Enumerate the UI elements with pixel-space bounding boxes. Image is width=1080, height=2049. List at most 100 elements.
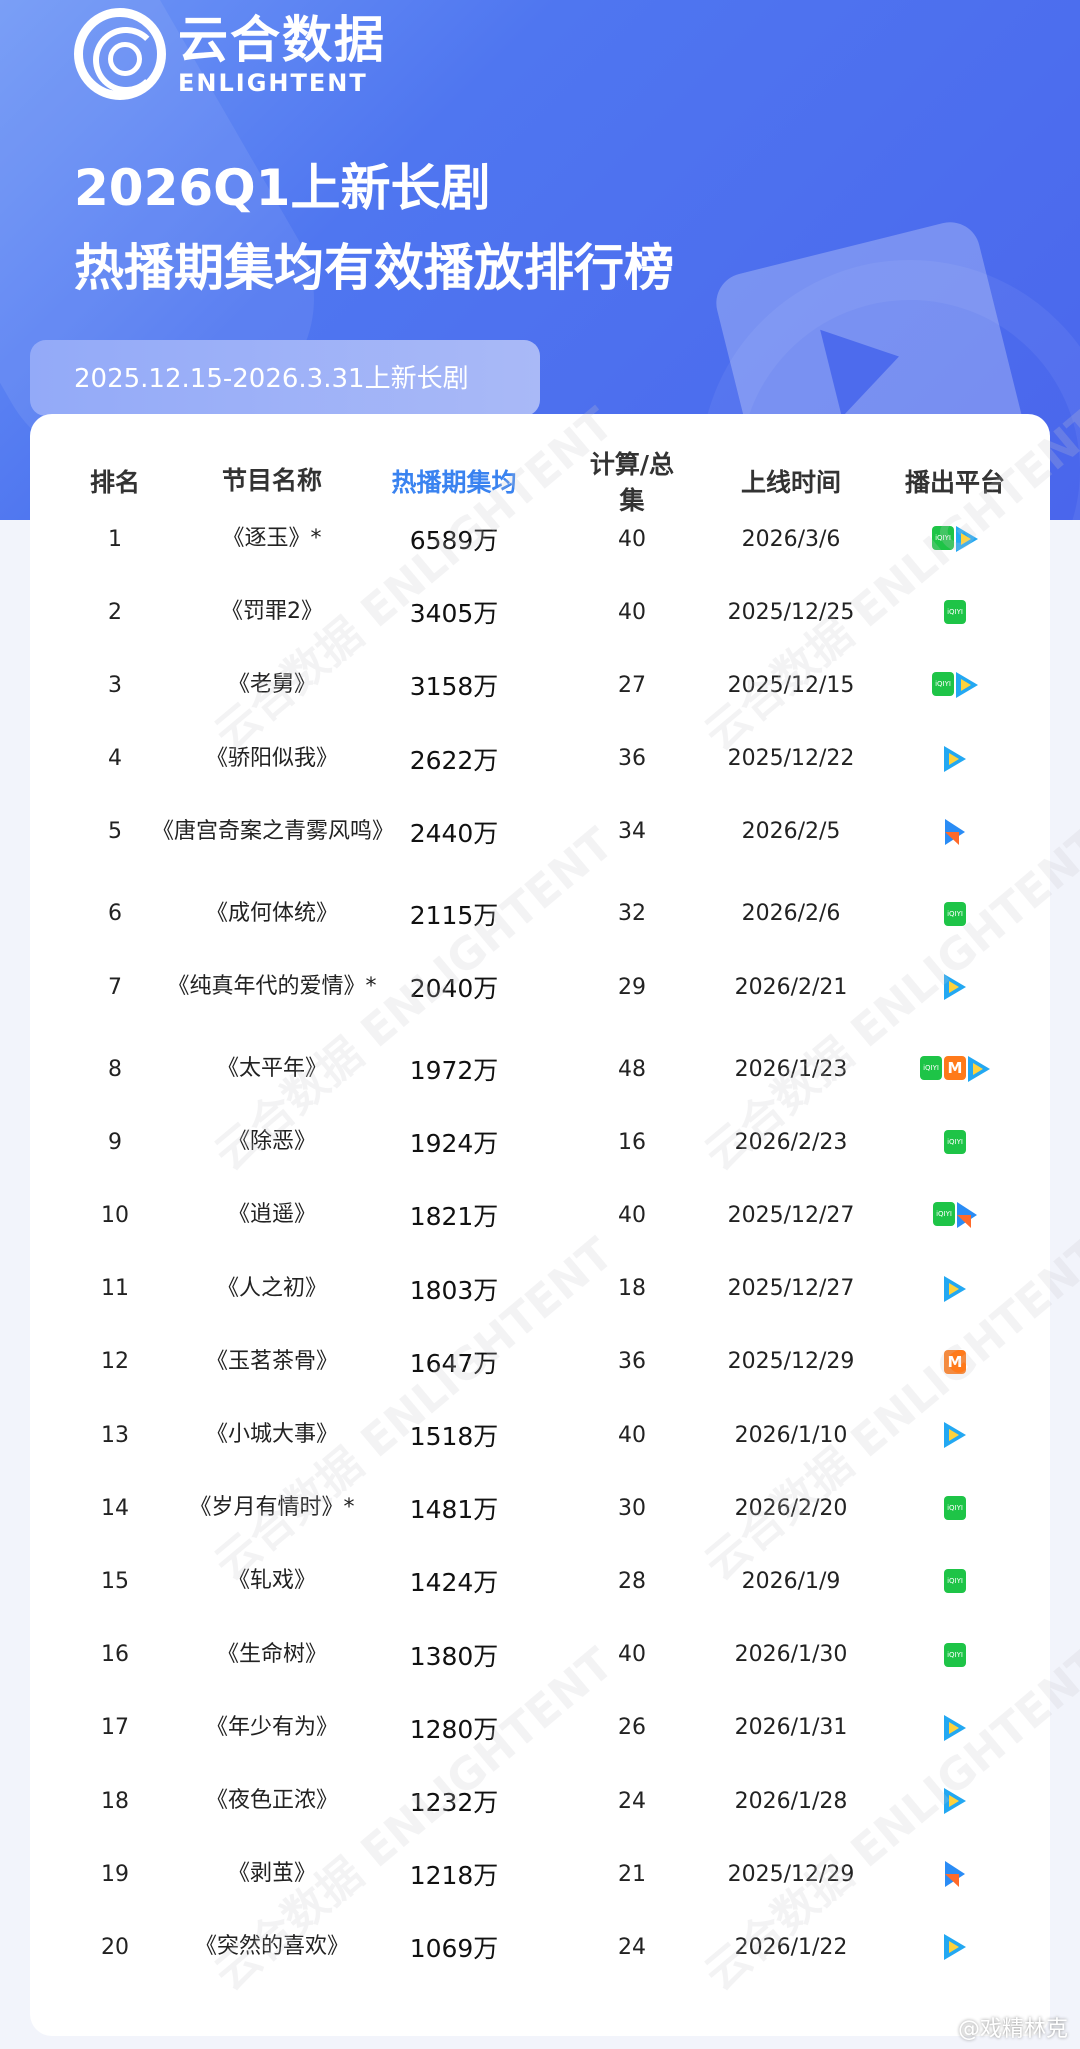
logo: 云合数据 ENLIGHTENT [74,8,386,100]
table-row: 19 《剥茧》 1218万 21 2025/12/29 [30,1837,1050,1911]
name-cell: 《剥茧》 [227,1861,316,1887]
page-title: 2026Q1上新长剧 热播期集均有效播放排行榜 [74,148,674,308]
rank-cell: 12 [101,1349,129,1375]
date-cell: 2026/3/6 [741,526,841,552]
value-cell: 2440万 [409,818,499,848]
iqiyi-icon: iQIYI [944,600,966,625]
name-cell: 《岁月有情时》* [189,1495,355,1521]
value-cell: 2622万 [409,745,499,775]
platform-cell [895,818,1015,845]
platform-cell [895,745,1015,772]
episodes-cell: 40 [618,1202,646,1228]
name-cell: 《逐玉》* [222,526,322,551]
platform-cell [895,1788,1015,1814]
platform-cell [895,1714,1015,1741]
date-cell: 2026/1/31 [734,1715,848,1741]
platform-cell: iQIYI [895,1642,1015,1667]
watermark: 云合数据 ENLIGHTENT [1075,1638,1080,2001]
name-cell: 《骄阳似我》 [205,745,338,771]
date-cell: 2025/12/29 [727,1349,855,1375]
value-cell: 2040万 [409,974,499,1003]
youku-icon [957,1202,977,1229]
platform-cell: iQIYI [895,600,1015,625]
table-row: 6 《成何体统》 2115万 32 2026/2/6 iQIYI [30,877,1050,951]
youku-icon [945,818,965,845]
header-platform: 播出平台 [904,468,1005,497]
table-row: 16 《生命树》 1380万 40 2026/1/30 iQIYI [30,1618,1050,1692]
rank-cell: 10 [101,1202,129,1228]
table-row: 1 《逐玉》* 6589万 40 2026/3/6 iQIYI [30,502,1050,576]
mango-icon: M [944,1056,966,1080]
episodes-cell: 32 [618,901,646,927]
platform-cell: iQIYI [895,526,1015,552]
table-row: 13 《小城大事》 1518万 40 2026/1/10 [30,1398,1050,1472]
date-cell: 2025/12/27 [727,1202,855,1228]
episodes-cell: 29 [618,974,646,1000]
episodes-cell: 36 [618,1349,646,1375]
iqiyi-icon: iQIYI [944,1569,966,1594]
value-cell: 1380万 [409,1641,499,1671]
name-cell: 《夜色正浓》 [205,1788,338,1813]
name-cell: 《年少有为》 [205,1714,338,1740]
value-cell: 1069万 [409,1934,499,1964]
episodes-cell: 16 [618,1129,646,1155]
rank-cell: 6 [108,901,122,927]
table-row: 8 《太平年》 1972万 48 2026/1/23 iQIYI M [30,1032,1050,1106]
table-row: 2 《罚罪2》 3405万 40 2025/12/25 iQIYI [30,575,1050,649]
table-row: 12 《玉茗茶骨》 1647万 36 2025/12/29 M [30,1325,1050,1399]
title-line-2: 热播期集均有效播放排行榜 [74,239,674,297]
platform-cell [895,974,1015,1000]
table-row: 18 《夜色正浓》 1232万 24 2026/1/28 [30,1764,1050,1838]
episodes-cell: 34 [618,819,646,845]
platform-cell [895,1422,1015,1448]
rank-cell: 2 [108,599,122,625]
value-cell: 2115万 [409,900,499,930]
table-row: 4 《骄阳似我》 2622万 36 2025/12/22 [30,722,1050,796]
name-cell: 《生命树》 [216,1641,327,1667]
episodes-cell: 40 [618,599,646,625]
rank-cell: 14 [101,1495,129,1521]
rank-cell: 19 [101,1861,129,1887]
name-cell: 《除恶》 [227,1129,316,1155]
rank-cell: 17 [101,1715,129,1741]
weibo-watermark: @戏精林克 [957,2017,1068,2042]
value-cell: 1424万 [409,1568,499,1598]
tencent-icon [944,1275,966,1302]
value-cell: 3158万 [409,672,499,702]
rank-cell: 9 [108,1129,122,1155]
platform-cell [895,1934,1015,1961]
iqiyi-icon: iQIYI [932,526,954,550]
value-cell: 1803万 [409,1275,499,1305]
rank-cell: 15 [101,1568,129,1594]
platform-cell [895,1275,1015,1302]
episodes-cell: 24 [618,1934,646,1960]
tencent-icon [944,1714,966,1741]
date-cell: 2025/12/27 [727,1276,855,1302]
value-cell: 1518万 [409,1422,499,1451]
rank-cell: 5 [108,819,122,845]
tencent-icon [944,1422,966,1448]
date-cell: 2026/1/9 [741,1568,841,1594]
name-cell: 《唐宫奇案之青雾风鸣》 [152,818,395,844]
platform-cell: iQIYI [895,1569,1015,1594]
name-cell: 《逍遥》 [227,1202,316,1228]
table-row: 15 《轧戏》 1424万 28 2026/1/9 iQIYI [30,1544,1050,1618]
episodes-cell: 21 [618,1861,646,1887]
rank-cell: 8 [108,1056,122,1082]
iqiyi-icon: iQIYI [933,1202,955,1227]
episodes-cell: 26 [618,1715,646,1741]
table-row: 5 《唐宫奇案之青雾风鸣》 2440万 34 2026/2/5 [30,795,1050,869]
table-row: 20 《突然的喜欢》 1069万 24 2026/1/22 [30,1910,1050,1984]
name-cell: 《纯真年代的爱情》* [167,974,377,999]
date-cell: 2026/2/21 [734,974,848,1000]
table-row: 9 《除恶》 1924万 16 2026/2/23 iQIYI [30,1105,1050,1179]
tencent-icon [944,1788,966,1814]
table-row: 10 《逍遥》 1821万 40 2025/12/27 iQIYI [30,1178,1050,1252]
date-cell: 2026/1/22 [734,1934,848,1960]
tencent-icon [944,1934,966,1961]
platform-cell: iQIYI [895,1202,1015,1229]
date-range-subtitle: 2025.12.15-2026.3.31上新长剧 [30,340,540,416]
rank-cell: 20 [101,1934,129,1960]
logo-cn: 云合数据 [178,11,386,69]
rank-cell: 13 [101,1422,129,1448]
